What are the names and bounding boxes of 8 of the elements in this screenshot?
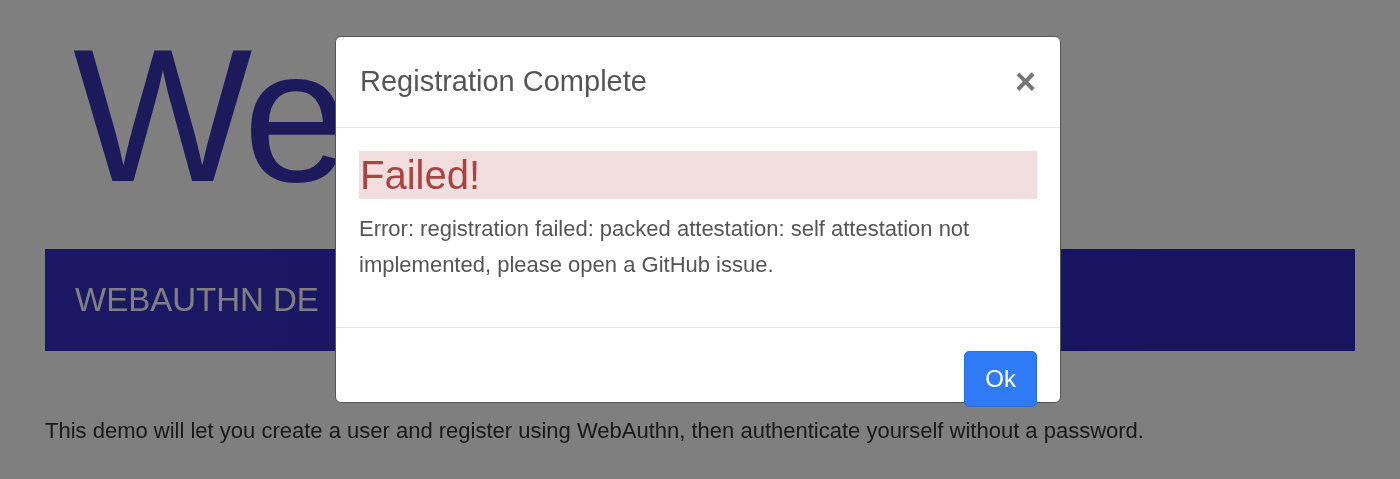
ok-button[interactable]: Ok bbox=[964, 351, 1037, 407]
error-message: Error: registration failed: packed attestation: self attestation not implemented, please open a GitHub issue. bbox=[359, 215, 971, 279]
close-button[interactable]: × bbox=[1014, 64, 1036, 100]
dialog-title: Registration Complete bbox=[360, 64, 647, 100]
alert-text: Failed! bbox=[360, 152, 481, 199]
logo-text: We bbox=[73, 20, 343, 210]
banner-title: WEBAUTHN DE bbox=[75, 280, 319, 321]
intro-paragraph: This demo will let you create a user and register using WebAuthn, then authenticate yourself without a password. bbox=[45, 417, 1145, 445]
